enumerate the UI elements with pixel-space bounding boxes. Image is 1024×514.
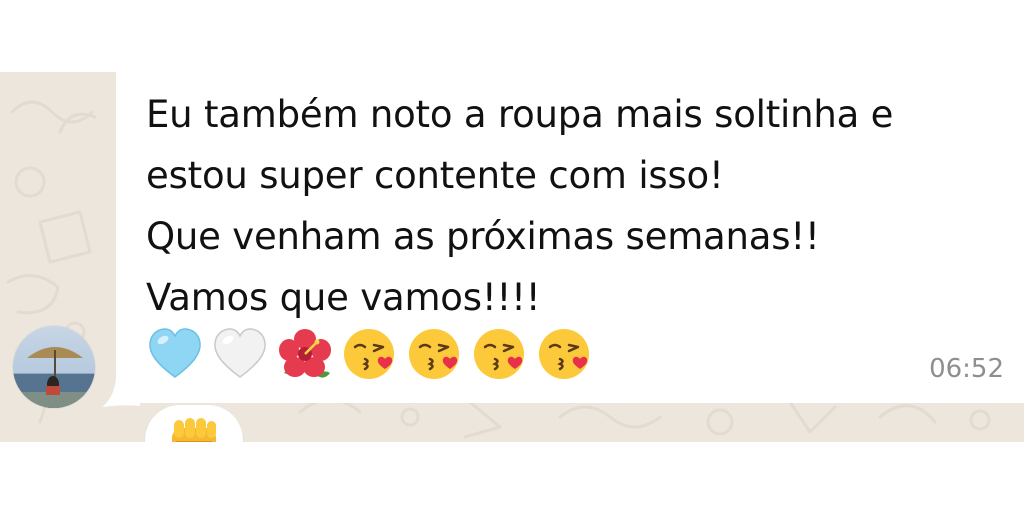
white-heart-icon <box>214 328 266 378</box>
hibiscus-icon <box>279 329 331 378</box>
face-blowing-kiss-icon <box>474 329 524 379</box>
face-blowing-kiss-icon <box>344 329 394 379</box>
light-blue-heart-icon <box>149 328 201 378</box>
message-line: Vamos que vamos!!!! <box>146 276 541 319</box>
screenshot-frame: Eu também noto a roupa mais soltinha e e… <box>0 0 1024 514</box>
face-blowing-kiss-icon <box>539 329 589 379</box>
chat-area[interactable]: Eu também noto a roupa mais soltinha e e… <box>0 72 1024 442</box>
message-line: Eu também noto a roupa mais soltinha e <box>146 93 894 136</box>
message-reaction[interactable] <box>145 405 243 442</box>
beach-umbrella-icon <box>13 347 95 408</box>
message-line: estou super contente com isso! <box>146 154 724 197</box>
contact-avatar[interactable] <box>13 326 95 408</box>
face-blowing-kiss-icon <box>409 329 459 379</box>
message-timestamp: 06:52 <box>929 354 1004 384</box>
message-text: Eu também noto a roupa mais soltinha e e… <box>146 84 1006 328</box>
message-line: Que venham as próximas semanas!! <box>146 215 820 258</box>
emoji-row <box>146 324 594 384</box>
raised-fist-icon <box>172 418 216 442</box>
